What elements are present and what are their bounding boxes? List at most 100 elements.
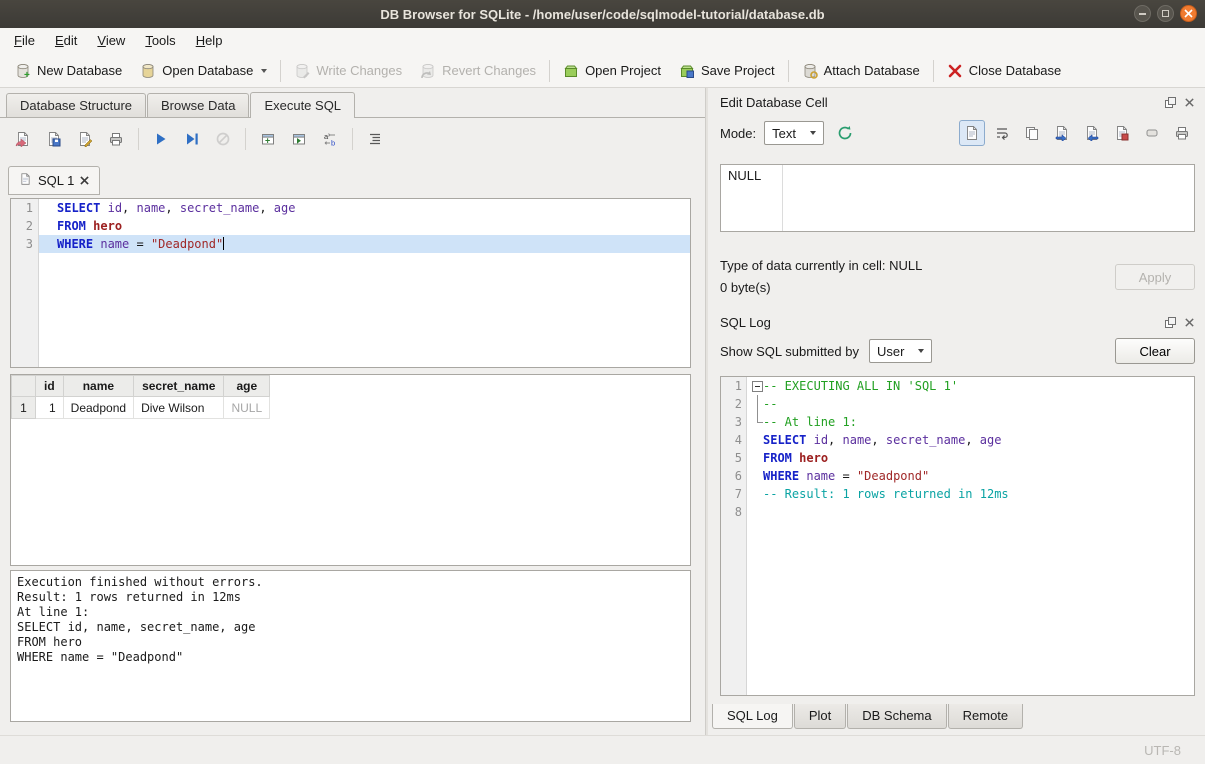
col-header-name[interactable]: name [63,376,133,397]
tab-database-structure[interactable]: Database Structure [6,93,146,118]
line-number: 3 [11,235,39,253]
open-sql-button[interactable] [10,126,36,152]
close-tab-icon[interactable] [80,173,89,188]
toolbar-button-label: New Database [37,63,122,78]
new-tab-button[interactable]: + [255,126,281,152]
line-number: 6 [721,467,747,485]
title-bar[interactable]: DB Browser for SQLite - /home/user/code/… [0,0,1205,28]
log-filter-select[interactable]: User [869,339,932,363]
menu-help[interactable]: Help [186,28,233,54]
maximize-icon[interactable] [1157,5,1174,22]
import-cell-button[interactable] [1049,120,1075,146]
open-tab-button[interactable] [286,126,312,152]
dock-tab-plot[interactable]: Plot [794,704,846,729]
mode-select[interactable]: Text [764,121,824,145]
new-tab-icon: + [260,131,276,147]
tab-execute-sql[interactable]: Execute SQL [250,92,355,118]
sql-toolbar: + ab [10,126,388,152]
toolbar-button-label: Revert Changes [442,63,536,78]
line-content: -- [747,395,1194,413]
row-header[interactable]: 1 [12,397,36,419]
save-project-icon [679,63,695,79]
line-content: FROM hero [747,449,1194,467]
dock-tab-sql-log[interactable]: SQL Log [712,704,793,729]
copy-cell-button[interactable] [1019,120,1045,146]
col-header-id[interactable]: id [36,376,64,397]
sql-editor[interactable]: 1SELECT id, name, secret_name, age2FROM … [10,198,691,368]
menu-tools[interactable]: Tools [135,28,185,54]
left-pane: Database StructureBrowse DataExecute SQL… [0,88,705,735]
line-content: -- At line 1: [747,413,1194,431]
sql-tab[interactable]: SQL 1 [8,166,100,195]
find-replace-button[interactable]: ab [317,126,343,152]
undock-icon[interactable] [1163,95,1178,110]
close-dock-icon[interactable] [1182,315,1197,330]
fold-gutter [749,485,763,503]
auto-switch-mode-icon[interactable] [832,120,858,146]
stop-icon [215,131,231,147]
menu-view[interactable]: View [87,28,135,54]
export-cell-button[interactable] [1079,120,1105,146]
word-wrap-button[interactable] [989,120,1015,146]
sql-log-view[interactable]: 1-- EXECUTING ALL IN 'SQL 1'2--3-- At li… [720,376,1195,696]
cell-editor[interactable]: NULL [720,164,1195,232]
editor-line-3: 3WHERE name = "Deadpond" [11,235,690,253]
execute-all-button[interactable] [148,126,174,152]
edit-cell-dock-header: Edit Database Cell [720,92,1197,112]
save-sql-button[interactable] [41,126,67,152]
col-header-age[interactable]: age [224,376,270,397]
open-database-button[interactable]: Open Database [131,57,276,85]
menu-file[interactable]: File [4,28,45,54]
menu-edit[interactable]: Edit [45,28,87,54]
col-header-secret-name[interactable]: secret_name [134,376,224,397]
fold-marker-icon[interactable] [749,377,763,395]
line-content: -- EXECUTING ALL IN 'SQL 1' [747,377,1194,395]
table-cell[interactable]: Deadpond [63,397,133,419]
toolbar-button-label: Close Database [969,63,1062,78]
main-tab-bar: Database StructureBrowse DataExecute SQL [6,92,356,118]
open-project-button[interactable]: Open Project [554,57,670,85]
print-cell-button[interactable] [1169,120,1195,146]
clear-log-button[interactable]: Clear [1115,338,1195,364]
line-number: 8 [721,503,747,521]
sql-log-lines: 1-- EXECUTING ALL IN 'SQL 1'2--3-- At li… [721,377,1194,521]
save-project-button[interactable]: Save Project [670,57,784,85]
print-sql-button[interactable] [103,126,129,152]
log-line-3: 3-- At line 1: [721,413,1194,431]
cell-editor-gutter: NULL [721,165,783,231]
cell-value: NULL [728,168,761,183]
dock-tab-db-schema[interactable]: DB Schema [847,704,946,729]
close-database-button[interactable]: Close Database [938,57,1071,85]
sql-file-icon [19,172,32,189]
table-cell[interactable]: Dive Wilson [134,397,224,419]
line-number: 2 [11,217,39,235]
results-grid[interactable]: idnamesecret_nameage11DeadpondDive Wilso… [10,374,691,566]
line-content [747,503,1194,521]
toolbar-separator [933,60,934,82]
mode-value: Text [772,126,796,141]
menu-bar: FileEditViewToolsHelp [0,28,1205,54]
toolbar-separator [280,60,281,82]
text-view-button[interactable] [959,120,985,146]
attach-database-button[interactable]: Attach Database [793,57,929,85]
table-cell[interactable]: NULL [224,397,270,419]
chevron-down-icon[interactable] [261,69,267,73]
word-wrap-icon [994,125,1010,141]
format-button[interactable] [362,126,388,152]
new-database-button[interactable]: +New Database [6,57,131,85]
save-cell-button[interactable] [1109,120,1135,146]
minimize-icon[interactable] [1134,5,1151,22]
set-null-button[interactable] [1139,120,1165,146]
dock-tab-remote[interactable]: Remote [948,704,1024,729]
write-changes-icon [294,63,310,79]
close-dock-icon[interactable] [1182,95,1197,110]
undock-icon[interactable] [1163,315,1178,330]
save-as-sql-button[interactable] [72,126,98,152]
sql-log-title: SQL Log [720,315,1163,330]
sql-tab-label: SQL 1 [38,173,74,188]
line-content: SELECT id, name, secret_name, age [747,431,1194,449]
execute-line-button[interactable] [179,126,205,152]
table-cell[interactable]: 1 [36,397,64,419]
close-icon[interactable] [1180,5,1197,22]
tab-browse-data[interactable]: Browse Data [147,93,249,118]
